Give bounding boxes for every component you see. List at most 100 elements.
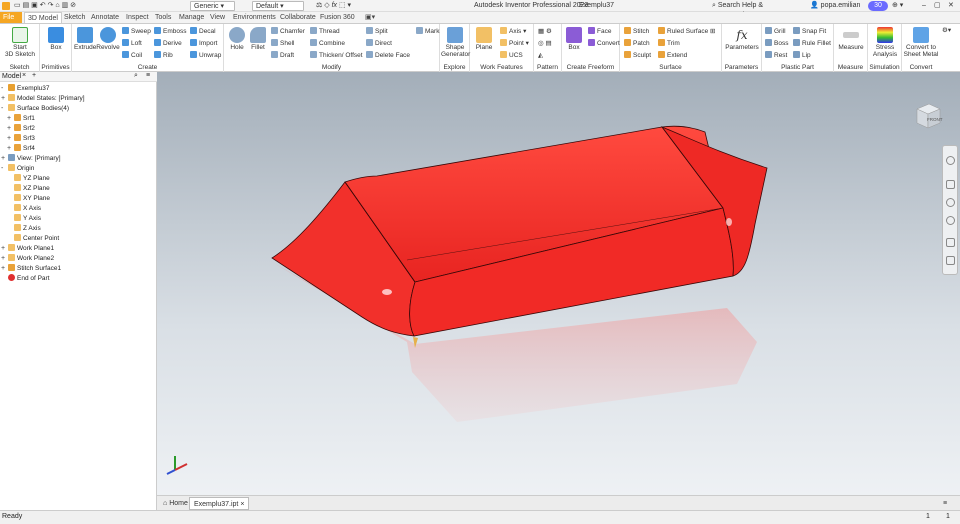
browser-close-icon[interactable]: × [22, 72, 26, 79]
ribbon-settings-icon[interactable]: ⚙▾ [942, 26, 951, 36]
convert-freeform-button[interactable]: Convert [588, 39, 620, 49]
tree-expander-icon[interactable]: + [1, 154, 5, 164]
fx-icon[interactable]: fx [332, 2, 337, 9]
tree-node[interactable]: XZ Plane [14, 184, 50, 194]
thicken-offset-button[interactable]: Thicken/ Offset [310, 51, 363, 61]
zoom-icon[interactable] [946, 198, 955, 207]
tree-node[interactable]: End of Part [8, 274, 50, 284]
browser-menu-icon[interactable]: ≡ [146, 72, 150, 79]
snap-fit-button[interactable]: Snap Fit [793, 27, 826, 37]
select-icon[interactable]: ⊘ [70, 2, 76, 9]
tab-3d-model[interactable]: 3D Model [24, 12, 62, 23]
redo-icon[interactable]: ↷ [48, 2, 54, 9]
chamfer-button[interactable]: Chamfer [271, 27, 305, 37]
maximize-icon[interactable]: ▢ [934, 1, 941, 11]
tree-node[interactable]: Stitch Surface1 [8, 264, 61, 274]
pan-icon[interactable] [946, 180, 955, 189]
tab-tools[interactable]: Tools [152, 12, 174, 23]
stress-analysis-button[interactable]: Stress Analysis [869, 27, 901, 58]
parameters-button[interactable]: fx Parameters [724, 27, 760, 51]
look-at-icon[interactable] [946, 238, 955, 247]
freeform-box-button[interactable]: Box [564, 27, 584, 51]
print-icon[interactable]: ▥ [62, 2, 69, 9]
surface-more-icon[interactable]: ⊞ [710, 27, 715, 37]
revolve-button[interactable]: Revolve [96, 27, 120, 51]
save-icon[interactable]: ▣ [31, 2, 38, 9]
tree-expander-icon[interactable]: + [7, 114, 11, 124]
emboss-button[interactable]: Emboss [154, 27, 186, 37]
tree-node[interactable]: Work Plane2 [8, 254, 54, 264]
open-icon[interactable]: ▤ [23, 2, 30, 9]
unwrap-button[interactable]: Unwrap [190, 51, 221, 61]
new-icon[interactable]: ▭ [14, 2, 21, 9]
shell-button[interactable]: Shell [271, 39, 294, 49]
mark-button[interactable]: Mark [416, 27, 439, 37]
extend-button[interactable]: Extend [658, 51, 687, 61]
plane-button[interactable]: Plane [473, 27, 495, 51]
measure-button[interactable]: Measure [836, 27, 866, 51]
appearance-dropdown[interactable]: Default ▾ [252, 1, 304, 11]
trim-button[interactable]: Trim [658, 39, 680, 49]
tab-view[interactable]: View [207, 12, 228, 23]
start-3d-sketch-button[interactable]: Start 3D Sketch [2, 27, 38, 58]
viewcube[interactable]: FRONT [912, 100, 943, 130]
tree-node[interactable]: Exemplu37 [8, 84, 50, 94]
tab-collaborate[interactable]: Collaborate [277, 12, 319, 23]
point-button[interactable]: Point ▾ [500, 39, 529, 49]
tree-node[interactable]: Model States: [Primary] [8, 94, 85, 104]
tree-node[interactable]: XY Plane [14, 194, 50, 204]
tree-node[interactable]: Surface Bodies(4) [8, 104, 69, 114]
boss-button[interactable]: Boss [765, 39, 788, 49]
hole-button[interactable]: Hole [227, 27, 247, 51]
tree-node[interactable]: YZ Plane [14, 174, 50, 184]
rest-button[interactable]: Rest [765, 51, 787, 61]
tree-expander-icon[interactable]: + [1, 244, 5, 254]
tree-expander-icon[interactable]: + [1, 254, 5, 264]
tab-close-icon[interactable]: × [240, 501, 244, 508]
tab-sketch[interactable]: Sketch [61, 12, 88, 23]
grill-button[interactable]: Grill [765, 27, 786, 37]
tab-annotate[interactable]: Annotate [88, 12, 122, 23]
coil-button[interactable]: Coil [122, 51, 142, 61]
sweep-button[interactable]: Sweep [122, 27, 151, 37]
user-account[interactable]: 👤 popa.emilian [810, 1, 860, 11]
navbar-customize-icon[interactable] [946, 256, 955, 265]
face-button[interactable]: Face [588, 27, 611, 37]
tree-expander-icon[interactable]: - [1, 164, 3, 174]
tree-node[interactable]: Srf1 [14, 114, 35, 124]
lip-button[interactable]: Lip [793, 51, 811, 61]
tree-expander-icon[interactable]: - [1, 84, 3, 94]
minimize-icon[interactable]: – [922, 1, 926, 11]
tree-expander-icon[interactable]: + [7, 144, 11, 154]
graphics-window[interactable] [157, 72, 960, 495]
shape-generator-button[interactable]: Shape Generator [441, 27, 470, 58]
rule-fillet-button[interactable]: Rule Fillet [793, 39, 831, 49]
tree-expander-icon[interactable]: + [1, 264, 5, 274]
tree-expander-icon[interactable]: + [7, 124, 11, 134]
extrude-button[interactable]: Extrude [74, 27, 96, 51]
import-button[interactable]: Import [190, 39, 217, 49]
tree-node[interactable]: Srf4 [14, 144, 35, 154]
ribbon-options-icon[interactable]: ▣▾ [362, 12, 378, 23]
material-dropdown[interactable]: Generic ▾ [190, 1, 235, 11]
combine-button[interactable]: Combine [310, 39, 345, 49]
rectangular-pattern-icon[interactable]: ▦ ⚙ [538, 27, 552, 37]
ruled-surface-button[interactable]: Ruled Surface [658, 27, 708, 37]
undo-icon[interactable]: ↶ [40, 2, 46, 9]
fillet-button[interactable]: Fillet [248, 27, 268, 51]
ucs-button[interactable]: UCS [500, 51, 523, 61]
tab-home[interactable]: ⌂ Home [159, 497, 192, 510]
tab-inspect[interactable]: Inspect [123, 12, 152, 23]
rib-button[interactable]: Rib [154, 51, 173, 61]
orbit-icon[interactable] [946, 216, 955, 225]
stitch-button[interactable]: Stitch [624, 27, 649, 37]
circular-pattern-icon[interactable]: ◎ ▤ [538, 39, 552, 49]
loft-button[interactable]: Loft [122, 39, 142, 49]
help-icon[interactable]: ⊕ ▾ [892, 1, 903, 11]
tree-node[interactable]: Y Axis [14, 214, 41, 224]
home-icon[interactable]: ⌂ [55, 2, 59, 9]
tree-node[interactable]: View: [Primary] [8, 154, 61, 164]
browser-tab-model[interactable]: Model [2, 73, 21, 80]
derive-button[interactable]: Derive [154, 39, 182, 49]
delete-face-button[interactable]: Delete Face [366, 51, 410, 61]
